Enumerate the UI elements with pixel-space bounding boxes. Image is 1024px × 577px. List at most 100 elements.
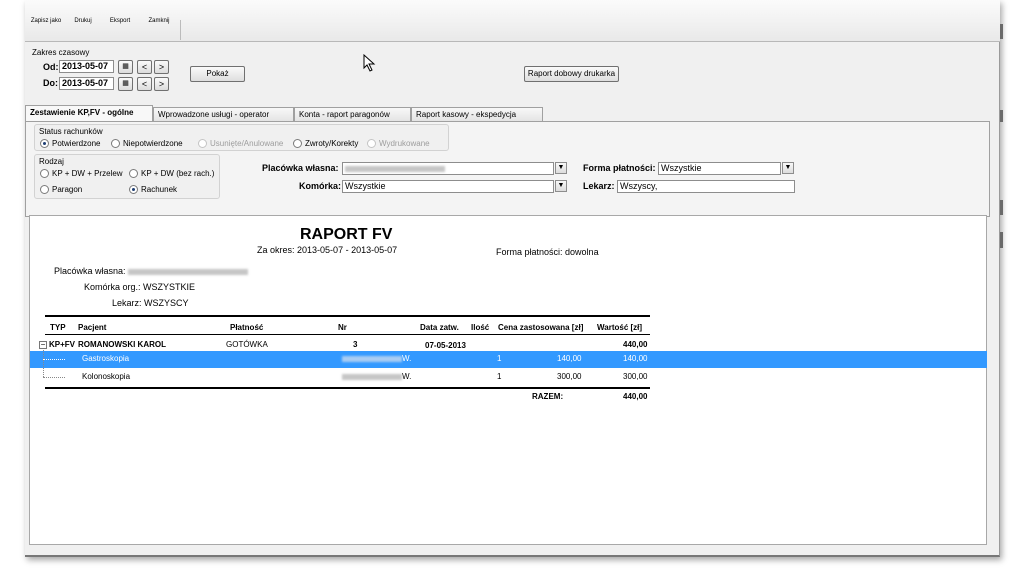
col-cena: Cena zastosowana [zł] <box>498 323 584 332</box>
header-top-rule <box>45 315 650 317</box>
date-range-title: Zakres czasowy <box>32 48 90 57</box>
col-wartosc: Wartość [zł] <box>597 323 643 332</box>
item-value: 140,00 <box>623 354 648 363</box>
date-from-prev-button[interactable]: < <box>137 60 152 74</box>
report-lekarz: Lekarz: WSZYSCY <box>112 298 189 308</box>
col-typ: TYP <box>50 323 66 332</box>
tab-wprowadzone-uslugi[interactable]: Wprowadzone usługi - operator <box>153 107 294 121</box>
from-label: Od: <box>43 62 59 72</box>
report-placowka-label: Placówka własna: <box>54 266 126 276</box>
forma-dropdown-icon[interactable]: ▼ <box>782 162 794 174</box>
group-payment: GOTÓWKA <box>226 340 268 349</box>
item-price: 300,00 <box>557 372 582 381</box>
group-date: 07-05-2013 <box>425 341 466 350</box>
radio-zwroty[interactable] <box>293 139 302 148</box>
table-row-selected[interactable] <box>30 351 987 368</box>
window-edge <box>1000 24 1003 39</box>
item-nr: W. <box>342 354 411 363</box>
group-nr: 3 <box>353 340 358 349</box>
total-label: RAZEM: <box>532 392 564 401</box>
item-price: 140,00 <box>557 354 582 363</box>
col-ilosc: Ilość <box>471 323 490 332</box>
status-title: Status rachunków <box>39 127 103 136</box>
window-edge <box>1000 200 1003 215</box>
radio-niepotwierdzone[interactable] <box>111 139 120 148</box>
radio-potwierdzone[interactable] <box>40 139 49 148</box>
col-pacjent: Pacjent <box>78 323 107 332</box>
report-placowka: Placówka własna: <box>54 266 249 276</box>
tree-branch <box>43 359 65 360</box>
radio-kp-dw-bez-rach[interactable] <box>129 169 138 178</box>
save-as-button[interactable]: Zapisz jako <box>29 0 63 40</box>
header-bottom-rule <box>45 334 650 335</box>
group-value: 440,00 <box>623 340 648 349</box>
payment-value: dowolna <box>565 247 599 257</box>
placowka-select[interactable] <box>342 162 554 175</box>
date-to-prev-button[interactable]: < <box>137 77 152 91</box>
daily-report-button[interactable]: Raport dobowy drukarka <box>524 66 619 82</box>
label-paragon: Paragon <box>52 185 83 194</box>
col-data: Data zatw. <box>420 323 459 332</box>
date-to-input[interactable]: 2013-05-07 <box>59 77 114 90</box>
toolbar: Zapisz jako Drukuj Eksport Zamknij <box>25 0 1000 42</box>
report-komorka-label: Komórka org.: <box>84 282 141 292</box>
period-label: Za okres: <box>257 245 295 255</box>
calendar-to-icon[interactable]: ▦ <box>118 77 133 91</box>
label-niepotwierdzone: Niepotwierdzone <box>123 139 183 148</box>
report-viewer: RAPORT FV Za okres: 2013-05-07 - 2013-05… <box>29 215 987 545</box>
label-zwroty: Zwroty/Korekty <box>305 139 359 148</box>
item-value: 300,00 <box>623 372 648 381</box>
date-to-next-button[interactable]: > <box>154 77 169 91</box>
print-label: Drukuj <box>74 18 92 24</box>
table-row[interactable] <box>30 369 987 386</box>
date-from-input[interactable]: 2013-05-07 <box>59 60 114 73</box>
label-kp-dw-przelew: KP + DW + Przelew <box>52 169 123 178</box>
window-edge <box>1000 110 1003 122</box>
group-patient: ROMANOWSKI KAROL <box>78 340 166 349</box>
total-rule <box>45 387 650 389</box>
item-qty: 1 <box>497 372 502 381</box>
report-lekarz-value: WSZYSCY <box>144 298 189 308</box>
placowka-blurred <box>128 268 249 275</box>
save-as-label: Zapisz jako <box>30 18 62 24</box>
col-platnosc: Płatność <box>230 323 264 332</box>
payment-label: Forma płatności: <box>496 247 563 257</box>
main-window: Zapisz jako Drukuj Eksport Zamknij Zakre… <box>25 0 1000 557</box>
komorka-select[interactable]: Wszystkie <box>342 180 554 193</box>
item-name: Kolonoskopia <box>82 372 131 381</box>
label-kp-dw-bez-rach: KP + DW (bez rach.) <box>141 169 215 178</box>
date-from-next-button[interactable]: > <box>154 60 169 74</box>
radio-paragon[interactable] <box>40 185 49 194</box>
radio-rachunek[interactable] <box>129 185 138 194</box>
toolbar-separator <box>180 20 181 40</box>
period-value: 2013-05-07 - 2013-05-07 <box>297 245 398 255</box>
close-label: Zamknij <box>148 18 170 24</box>
item-nr-suffix: W. <box>402 354 412 363</box>
tab-konta[interactable]: Konta - raport paragonów <box>294 107 411 121</box>
print-button[interactable]: Drukuj <box>67 0 99 40</box>
lekarz-label: Lekarz: <box>583 181 615 191</box>
group-type: KP+FV <box>49 340 76 349</box>
forma-select[interactable]: Wszystkie <box>658 162 781 175</box>
komorka-dropdown-icon[interactable]: ▼ <box>555 180 567 192</box>
radio-usuniete <box>198 139 207 148</box>
placowka-dropdown-icon[interactable]: ▼ <box>555 162 567 174</box>
report-komorka-value: WSZYSTKIE <box>143 282 196 292</box>
show-button[interactable]: Pokaż <box>190 66 245 82</box>
calendar-from-icon[interactable]: ▦ <box>118 60 133 74</box>
close-button[interactable]: Zamknij <box>141 0 177 40</box>
item-name: Gastroskopia <box>82 354 130 363</box>
item-nr: W. <box>342 372 411 381</box>
export-button[interactable]: Eksport <box>103 0 137 40</box>
to-label: Do: <box>43 78 58 88</box>
lekarz-input[interactable]: Wszyscy, <box>617 180 795 193</box>
report-title: RAPORT FV <box>300 226 393 243</box>
item-qty: 1 <box>497 354 502 363</box>
col-nr: Nr <box>338 323 347 332</box>
radio-kp-dw-przelew[interactable] <box>40 169 49 178</box>
label-potwierdzone: Potwierdzone <box>52 139 101 148</box>
group-toggle-icon[interactable]: − <box>39 341 47 349</box>
tab-zestawienie[interactable]: Zestawienie KP,FV - ogólne <box>25 105 153 121</box>
tab-raport-kasowy[interactable]: Raport kasowy - ekspedycja <box>411 107 543 121</box>
export-label: Eksport <box>109 18 131 24</box>
